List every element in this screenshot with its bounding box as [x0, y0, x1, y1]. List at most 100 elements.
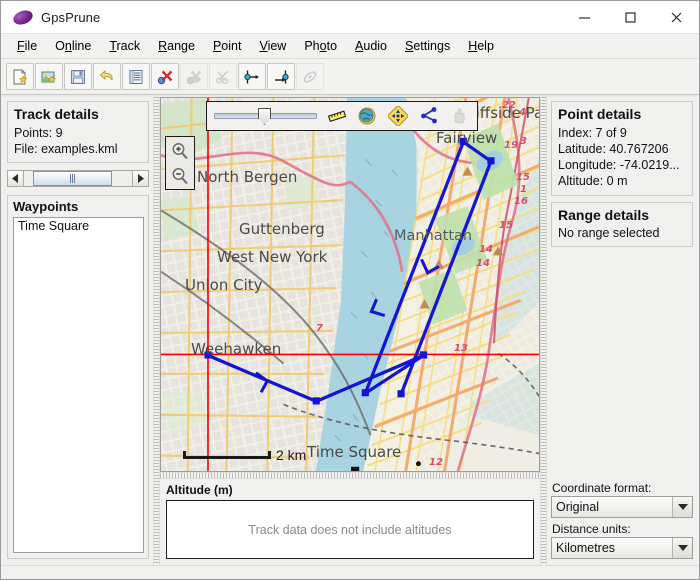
menu-settings[interactable]: Settings	[396, 36, 459, 56]
menu-help[interactable]: Help	[459, 36, 503, 56]
slider-right-arrow-button[interactable]	[132, 170, 149, 187]
distance-units-value: Kilometres	[556, 541, 615, 555]
waypoints-title: Waypoints	[13, 199, 144, 214]
menu-photo[interactable]: Photo	[295, 36, 346, 56]
map-zoom-controls	[165, 136, 195, 190]
cut-and-move-icon	[209, 63, 237, 90]
map-highway-14a: 14	[479, 244, 493, 255]
map-highway-13: 13	[454, 343, 468, 354]
map-highway-19: 19	[504, 140, 518, 151]
main-toolbar	[1, 59, 699, 95]
horizontal-splitter[interactable]	[160, 472, 540, 479]
scale-bar-graphic	[183, 451, 271, 459]
slider-track[interactable]	[24, 170, 132, 187]
range-details-box: Range details No range selected	[551, 202, 693, 248]
chevron-down-icon[interactable]	[672, 538, 692, 558]
slider-thumb[interactable]	[33, 171, 112, 186]
point-longitude: Longitude: -74.0219...	[558, 157, 686, 173]
altitude-chart[interactable]: Track data does not include altitudes	[166, 500, 534, 559]
map-label-north-bergen: North Bergen	[197, 168, 297, 186]
zoom-in-button[interactable]	[166, 138, 194, 163]
map-scale-bar: 2 km	[183, 447, 306, 463]
right-panel-spacer	[551, 247, 693, 477]
track-file-name: File: examples.kml	[14, 141, 142, 157]
save-icon[interactable]	[64, 63, 92, 90]
prune-logo-icon	[11, 7, 34, 26]
select-end-icon[interactable]	[267, 63, 295, 90]
map-toolbar	[206, 101, 478, 131]
menu-online[interactable]: Online	[46, 36, 100, 56]
map-highway-14b: 14	[476, 258, 490, 269]
right-splitter[interactable]	[540, 97, 547, 565]
menu-file[interactable]: File	[8, 36, 46, 56]
open-file-icon[interactable]	[35, 63, 63, 90]
distance-units-select[interactable]: Kilometres	[551, 537, 693, 559]
slider-left-arrow-button[interactable]	[7, 170, 24, 187]
chevron-down-icon[interactable]	[672, 497, 692, 517]
minimize-button[interactable]	[561, 1, 607, 34]
chevron-down-glyph	[678, 545, 688, 551]
title-bar: GpsPrune	[1, 1, 699, 34]
menu-track[interactable]: Track	[100, 36, 149, 56]
window-title: GpsPrune	[41, 10, 100, 25]
point-altitude: Altitude: 0 m	[558, 173, 686, 189]
altitude-empty-message: Track data does not include altitudes	[248, 523, 451, 537]
map-highway-1: 1	[520, 184, 527, 195]
map-highway-3: 3	[520, 136, 527, 147]
map-highway-15a: 15	[516, 172, 530, 183]
undo-icon[interactable]	[93, 63, 121, 90]
map-label-guttenberg: Guttenberg	[239, 220, 325, 238]
map-highway-7: 7	[316, 323, 323, 334]
list-item[interactable]: Time Square	[16, 219, 141, 235]
map-highway-15b: 15	[499, 220, 513, 231]
map-label-weehawken: Weehawken	[191, 340, 281, 358]
scale-ruler-icon[interactable]	[326, 105, 348, 127]
altitude-title: Altitude (m)	[166, 483, 534, 497]
point-selection-slider[interactable]	[7, 169, 149, 187]
map-label-union-city: Union City	[185, 276, 263, 294]
point-index: Index: 7 of 9	[558, 125, 686, 141]
connect-points-icon[interactable]	[418, 105, 440, 127]
coordinate-format-select[interactable]: Original	[551, 496, 693, 518]
menu-view[interactable]: View	[250, 36, 295, 56]
globe-map-source-icon[interactable]	[357, 105, 379, 127]
connect-photo-icon	[296, 63, 324, 90]
menu-range[interactable]: Range	[149, 36, 204, 56]
point-details-box: Point details Index: 7 of 9 Latitude: 40…	[551, 101, 693, 196]
close-button[interactable]	[653, 1, 699, 34]
menu-bar: File Online Track Range Point View Photo…	[1, 34, 699, 59]
menu-point[interactable]: Point	[204, 36, 251, 56]
delete-range-icon	[180, 63, 208, 90]
map-highway-22: 22	[502, 100, 516, 111]
point-details-title: Point details	[558, 106, 686, 124]
waypoints-list[interactable]: Time Square	[13, 217, 144, 553]
delete-point-icon[interactable]	[151, 63, 179, 90]
gpsprune-window: GpsPrune File Online Track Range Point V…	[0, 0, 700, 580]
autopan-icon[interactable]	[387, 105, 409, 127]
map-label-manhattan: Manhattan	[394, 228, 472, 244]
map-view[interactable]: Cliffside Park Fairview North Bergen Gut…	[160, 97, 540, 472]
maximize-button[interactable]	[607, 1, 653, 34]
edit-point-icon[interactable]	[122, 63, 150, 90]
new-file-icon[interactable]	[6, 63, 34, 90]
map-zoom-slider-thumb[interactable]	[258, 108, 271, 125]
window-controls	[561, 1, 699, 34]
map-zoom-slider[interactable]	[214, 107, 317, 125]
chevron-down-glyph	[678, 504, 688, 510]
map-label-time-square: Time Square	[307, 443, 401, 461]
point-latitude: Latitude: 40.767206	[558, 141, 686, 157]
track-points-count: Points: 9	[14, 125, 142, 141]
coordinate-format-value: Original	[556, 500, 599, 514]
coordinate-format-label: Coordinate format:	[552, 481, 693, 495]
range-details-status: No range selected	[558, 225, 686, 241]
edit-mode-icon	[448, 105, 470, 127]
map-label-fairview: Fairview	[436, 129, 497, 147]
left-splitter[interactable]	[153, 97, 160, 565]
menu-audio[interactable]: Audio	[346, 36, 396, 56]
scale-bar-label: 2 km	[276, 447, 306, 463]
map-label-west-new-york: West New York	[217, 248, 327, 266]
zoom-out-button[interactable]	[166, 163, 194, 188]
center-area: Cliffside Park Fairview North Bergen Gut…	[160, 97, 540, 565]
slider-grip-icon	[70, 174, 75, 183]
select-start-icon[interactable]	[238, 63, 266, 90]
